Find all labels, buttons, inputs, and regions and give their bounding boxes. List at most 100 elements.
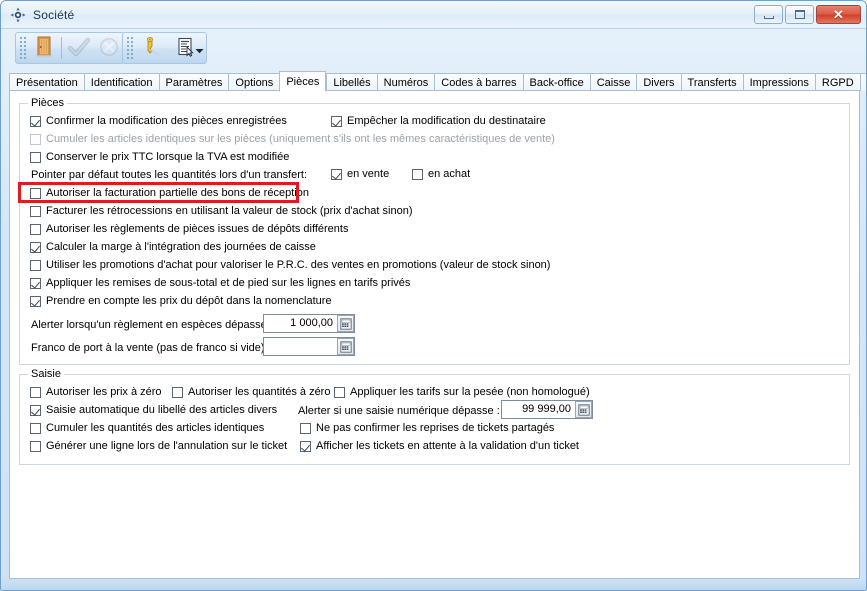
checkbox-afficher-tickets-en-attente[interactable]: Afficher les tickets en attente à la val… [300,440,579,453]
chevron-down-icon[interactable] [195,45,204,57]
tab-libelles[interactable]: Libellés [326,73,376,91]
checkbox-box [30,278,41,289]
label-franco-de-port: Franco de port à la vente (pas de franco… [31,342,271,355]
checkbox-utiliser-promotions-achat[interactable]: Utiliser les promotions d'achat pour val… [30,259,550,272]
calculator-icon[interactable] [575,401,592,418]
label-alerter-saisie-numerique: Alerter si une saisie numérique dépasse … [298,405,500,418]
checkbox-box [300,441,311,452]
checkbox-en-vente[interactable]: en vente [331,168,389,181]
maximize-icon [795,10,805,19]
checkbox-label: Autoriser les règlements de pièces issue… [46,223,348,236]
checkbox-label: Afficher les tickets en attente à la val… [316,440,579,453]
toolbar-group-tools [122,32,207,64]
checkbox-label: Saisie automatique du libellé des articl… [46,404,277,417]
checkbox-box [30,387,41,398]
toolbar-grip-handle-2[interactable] [126,36,133,60]
checkbox-label: Appliquer les tarifs sur la pesée (non h… [350,386,590,399]
checkbox-autoriser-facturation-partielle[interactable]: Autoriser la facturation partielle des b… [30,187,309,200]
checkbox-prendre-en-compte-prix-depot[interactable]: Prendre en compte les prix du dépôt dans… [30,295,332,308]
input-alerter-saisie-numerique[interactable]: 99 999,00 [501,400,593,419]
tab-codes-a-barres[interactable]: Codes à barres [434,73,522,91]
checkbox-label: Confirmer la modification des pièces enr… [46,115,287,128]
list-button[interactable] [166,34,206,62]
tab-rgpd[interactable]: RGPD [815,73,860,91]
checkbox-label: Calculer la marge à l'intégration des jo… [46,241,316,254]
group-saisie-title: Saisie [28,368,64,380]
input-franco-de-port[interactable] [263,337,355,356]
toolbar-group-file [15,32,125,64]
checkbox-facturer-retrocessions[interactable]: Facturer les rétrocessions en utilisant … [30,205,413,218]
checkbox-ne-pas-confirmer-reprises[interactable]: Ne pas confirmer les reprises de tickets… [300,422,554,435]
group-pieces: Pièces Confirmer la modification des piè… [19,103,850,365]
calculator-icon[interactable] [337,315,354,332]
checkbox-confirmer-modification-pieces[interactable]: Confirmer la modification des pièces enr… [30,115,287,128]
checkbox-generer-ligne-annulation[interactable]: Générer une ligne lors de l'annulation s… [30,440,287,453]
checkbox-box [30,188,41,199]
minimize-button[interactable] [754,5,783,24]
toolbar-grip-handle[interactable] [19,36,26,60]
tab-impressions[interactable]: Impressions [743,73,815,91]
list-document-icon [176,37,196,60]
rights-button[interactable] [136,34,166,62]
checkbox-calculer-marge-integration[interactable]: Calculer la marge à l'intégration des jo… [30,241,316,254]
checkbox-label: en vente [347,168,389,181]
tab-notes[interactable]: Notes [860,73,867,91]
tab-back-office[interactable]: Back-office [523,73,590,91]
tab-parametres[interactable]: Paramètres [159,73,229,91]
calculator-icon[interactable] [337,338,354,355]
cancel-x-icon [99,37,119,60]
minimize-icon [764,16,774,19]
window-title: Société [33,8,74,22]
maximize-button[interactable] [785,5,814,24]
tab-identification[interactable]: Identification [84,73,159,91]
tab-numeros[interactable]: Numéros [377,73,435,91]
checkbox-box [30,441,41,452]
checkbox-cumuler-articles-identiques-pieces[interactable]: Cumuler les articles identiques sur les … [30,133,555,146]
checkbox-label: Prendre en compte les prix du dépôt dans… [46,295,332,308]
group-pieces-title: Pièces [28,97,67,109]
tab-caisse[interactable]: Caisse [590,73,637,91]
checkbox-box [30,224,41,235]
close-button[interactable]: ✕ [816,5,861,24]
exit-door-icon [34,36,54,61]
tab-pieces[interactable]: Pièces [279,71,326,92]
checkbox-empecher-modification-destinataire[interactable]: Empêcher la modification du destinataire [331,115,546,128]
checkbox-label: Conserver le prix TTC lorsque la TVA est… [46,151,289,164]
input-alerter-reglement-especes[interactable]: 1 000,00 [263,314,355,333]
checkbox-appliquer-tarifs-pesee[interactable]: Appliquer les tarifs sur la pesée (non h… [334,386,590,399]
checkbox-box [172,387,183,398]
cancel-button[interactable] [94,34,124,62]
tab-divers[interactable]: Divers [636,73,680,91]
checkbox-box [30,423,41,434]
tab-options[interactable]: Options [228,73,279,91]
checkbox-autoriser-reglements-depots-differents[interactable]: Autoriser les règlements de pièces issue… [30,223,348,236]
checkbox-label: Appliquer les remises de sous-total et d… [46,277,410,290]
checkbox-box [412,169,423,180]
exit-button[interactable] [29,34,59,62]
tab-transferts[interactable]: Transferts [681,73,743,91]
validate-button[interactable] [64,34,94,62]
checkbox-label: Facturer les rétrocessions en utilisant … [46,205,413,218]
checkbox-box [334,387,345,398]
checkbox-autoriser-prix-a-zero[interactable]: Autoriser les prix à zéro [30,386,162,399]
input-value: 1 000,00 [264,315,337,332]
label-pointer-par-defaut: Pointer par défaut toutes les quantités … [31,169,307,182]
input-value: 99 999,00 [502,401,575,418]
window-bottom-chrome [1,579,866,590]
checkbox-box [30,116,41,127]
checkbox-label: Autoriser la facturation partielle des b… [46,187,309,200]
toolbar-separator [61,37,62,59]
checkbox-conserver-prix-ttc[interactable]: Conserver le prix TTC lorsque la TVA est… [30,151,289,164]
tab-panel-pieces: Pièces Confirmer la modification des piè… [9,90,860,579]
checkbox-saisie-automatique-libelle[interactable]: Saisie automatique du libellé des articl… [30,404,277,417]
checkbox-label: Autoriser les quantités à zéro [188,386,330,399]
checkbox-en-achat[interactable]: en achat [412,168,470,181]
checkbox-autoriser-quantites-a-zero[interactable]: Autoriser les quantités à zéro [172,386,330,399]
checkbox-box [300,423,311,434]
checkbox-box [331,116,342,127]
checkbox-label: Cumuler les articles identiques sur les … [46,133,555,146]
group-saisie: Saisie Autoriser les prix à zéro Autoris… [19,374,850,465]
checkbox-cumuler-quantites-articles-identiques[interactable]: Cumuler les quantités des articles ident… [30,422,264,435]
tab-presentation[interactable]: Présentation [9,73,84,91]
checkbox-appliquer-remises-sous-total[interactable]: Appliquer les remises de sous-total et d… [30,277,410,290]
